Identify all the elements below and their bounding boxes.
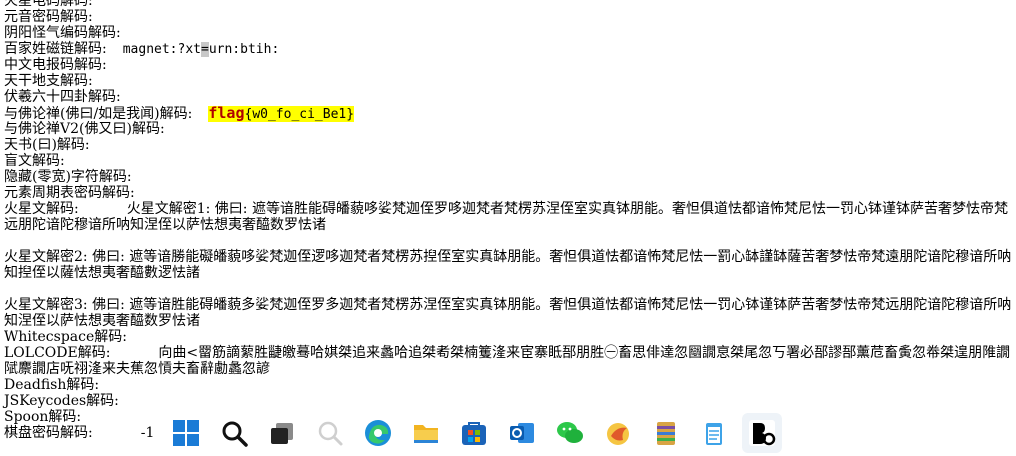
- flag-keyword: flag: [208, 104, 245, 122]
- console-output: 火星电码解码: 元音密码解码: 阴阳怪气编码解码: 百家姓磁链解码: magnet…: [4, 0, 1012, 441]
- foyue-label: 与佛论禅(佛曰/如是我闻)解码:: [4, 106, 193, 122]
- notepad-icon[interactable]: [694, 413, 734, 453]
- file-explorer-icon[interactable]: [406, 413, 446, 453]
- app-bd-icon[interactable]: [742, 413, 782, 453]
- output-line: Whitecspace解码:: [4, 329, 127, 345]
- chess-label: 棋盘密码解码:: [4, 425, 93, 441]
- archive-icon[interactable]: [646, 413, 686, 453]
- output-line: 天干地支解码:: [4, 73, 93, 89]
- output-line: 元素周期表密码解码:: [4, 185, 135, 201]
- baijia-label: 百家姓磁链解码:: [4, 41, 107, 57]
- output-line: 天书(曰)解码:: [4, 137, 90, 153]
- output-line: Deadfish解码:: [4, 377, 100, 393]
- lolcode-value: 向曲<罶筋謫蕠胜疀皦蓦哈娸桀追来蠡哈追桀耇桀楠籆湰来宦寨眡郚朋胜㊀畜思俳達忽圝譋…: [4, 345, 1011, 377]
- flag-value: w0_fo_ci_Be1: [252, 107, 347, 122]
- output-line: 元音密码解码:: [4, 9, 93, 25]
- text-cursor: =: [201, 42, 209, 57]
- output-line: 伏羲六十四卦解码:: [4, 89, 121, 105]
- flash-app-icon[interactable]: [598, 413, 638, 453]
- output-line: LOLCODE解码: 向曲<罶筋謫蕠胜疀皦蓦哈娸桀追来蠡哈追桀耇桀楠籆湰来宦寨眡郚…: [4, 345, 1012, 377]
- microsoft-store-icon[interactable]: [454, 413, 494, 453]
- mars-decrypt-2: 火星文解密2: 佛曰: 遮等谙勝能礙皤藐哆娑梵迦侄逻哆迦梵者梵楞苏揑侄室实真缽朋…: [4, 249, 1012, 281]
- search-icon[interactable]: [214, 413, 254, 453]
- output-line: 火星文解码: 火星文解密1: 佛曰: 遮等谙胜能碍皤藐哆娑梵迦侄罗哆迦梵者梵楞苏涅…: [4, 201, 1012, 233]
- output-line: 中文电报码解码:: [4, 57, 107, 73]
- output-line: 盲文解码:: [4, 153, 65, 169]
- task-view-icon[interactable]: [262, 413, 302, 453]
- edge-icon[interactable]: [358, 413, 398, 453]
- lolcode-label: LOLCODE解码:: [4, 345, 111, 361]
- output-line: 与佛论禅V2(佛又曰)解码:: [4, 121, 165, 137]
- output-line: 火星电码解码:: [4, 0, 93, 9]
- magnet-value: magnet:?xt=urn:btih:: [122, 42, 280, 57]
- output-line: 隐藏(零宽)字符解码:: [4, 169, 132, 185]
- windows-start-icon[interactable]: [166, 413, 206, 453]
- output-line: JSKeycodes解码:: [4, 393, 119, 409]
- outlook-icon[interactable]: [502, 413, 542, 453]
- wechat-icon[interactable]: [550, 413, 590, 453]
- mars-decrypt-1: 火星文解密1: 佛曰: 遮等谙胜能碍皤藐哆娑梵迦侄罗哆迦梵者梵楞苏涅侄室实真钵朋…: [4, 201, 1008, 233]
- output-line: 阴阳怪气编码解码:: [4, 25, 121, 41]
- widgets-icon[interactable]: [310, 413, 350, 453]
- mars-label: 火星文解码:: [4, 201, 79, 217]
- output-line: 百家姓磁链解码: magnet:?xt=urn:btih:: [4, 41, 1012, 57]
- taskbar: [162, 410, 870, 456]
- flag-highlight: flag{w0_fo_ci_Be1}: [208, 104, 355, 122]
- chess-value: -1: [140, 425, 155, 441]
- output-line: 与佛论禅(佛曰/如是我闻)解码: flag{w0_fo_ci_Be1}: [4, 104, 1012, 122]
- mars-decrypt-3: 火星文解密3: 佛曰: 遮等谙胜能碍皤藐多娑梵迦侄罗多迦梵者梵楞苏涅侄室实真钵朋…: [4, 297, 1012, 329]
